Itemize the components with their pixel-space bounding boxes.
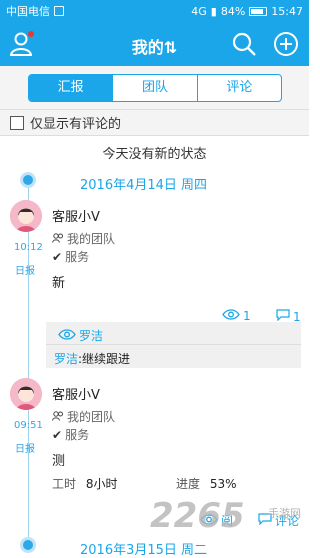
check-icon: ✔ [52,249,63,264]
viewer-name[interactable]: 罗洁 [79,327,103,344]
filter-row[interactable]: 仅显示有评论的 [0,110,309,136]
status-bar: 中国电信 4G ▮ 84% 15:47 [0,0,309,22]
comments-only-label: 仅显示有评论的 [30,117,122,132]
watermark-logo: 2265 [150,496,245,536]
post-team: 我的团队 [52,408,115,425]
battery-percent: 84% [220,4,246,18]
page-title[interactable]: 我的⇅ [0,34,309,58]
team-label: 我的团队 [67,410,116,424]
comment-viewers: 罗洁 [58,327,103,344]
tab-reports[interactable]: 汇报 [29,75,114,101]
screenshot-icon [54,6,64,16]
team-icon [52,410,64,424]
signal-icon: ▮ [210,4,217,18]
divider [46,344,301,345]
comments-only-checkbox[interactable] [10,115,24,130]
avatar[interactable] [10,200,42,232]
timeline-dot [20,172,36,188]
team-icon [52,232,64,246]
timeline-dot [20,537,36,553]
avatar[interactable] [10,378,42,410]
date-header: 2016年3月15日 周二 [80,543,208,558]
post-author[interactable]: 客服小V [52,206,100,225]
date-header: 2016年4月14日 周四 [80,178,208,193]
post-team: 我的团队 [52,230,115,247]
eye-icon [222,309,240,323]
app-header: 我的⇅ [0,22,309,66]
post-time: 09:51 [14,420,43,431]
tab-comments[interactable]: 评论 [198,75,281,101]
comment-item[interactable]: 罗洁:继续跟进 [54,350,130,367]
hours-value: 8小时 [85,477,118,491]
comment-text: :继续跟进 [78,352,131,366]
tab-bar-container: 汇报 团队 评论 [0,66,309,110]
view-count[interactable]: 1 [222,309,251,323]
post-author[interactable]: 客服小V [52,384,100,403]
post-tag: ✔ 服务 [52,248,89,265]
progress-label: 进度 [176,477,201,491]
post-content: 新 [52,276,66,291]
team-label: 我的团队 [67,232,116,246]
progress: 进度 53% [176,475,237,492]
comment-box: 罗洁 罗洁:继续跟进 [46,322,301,368]
tag-label: 服务 [65,428,90,442]
eye-icon [58,328,76,343]
timeline-line [28,180,29,550]
post-content: 测 [52,454,66,469]
search-icon[interactable] [230,30,258,58]
tab-bar: 汇报 团队 评论 [28,74,282,102]
post-time: 10:12 [14,242,43,253]
comment-author[interactable]: 罗洁 [54,352,78,366]
no-status-notice: 今天没有新的状态 [102,147,207,162]
network-label: 4G [191,4,207,18]
add-icon[interactable] [272,30,300,58]
tag-label: 服务 [65,250,90,264]
clock: 15:47 [271,4,303,18]
hours-label: 工时 [52,477,77,491]
battery-icon [249,6,268,16]
carrier-label: 中国电信 [6,5,50,18]
tab-team[interactable]: 团队 [113,75,198,101]
progress-value: 53% [209,477,237,491]
view-count-value: 1 [243,309,251,323]
check-icon: ✔ [52,427,63,442]
work-hours: 工时 8小时 [52,475,117,492]
post-type: 日报 [15,444,35,455]
post-type: 日报 [15,266,35,277]
post-tag: ✔ 服务 [52,426,89,443]
watermark-text: 手游网 [268,507,301,520]
